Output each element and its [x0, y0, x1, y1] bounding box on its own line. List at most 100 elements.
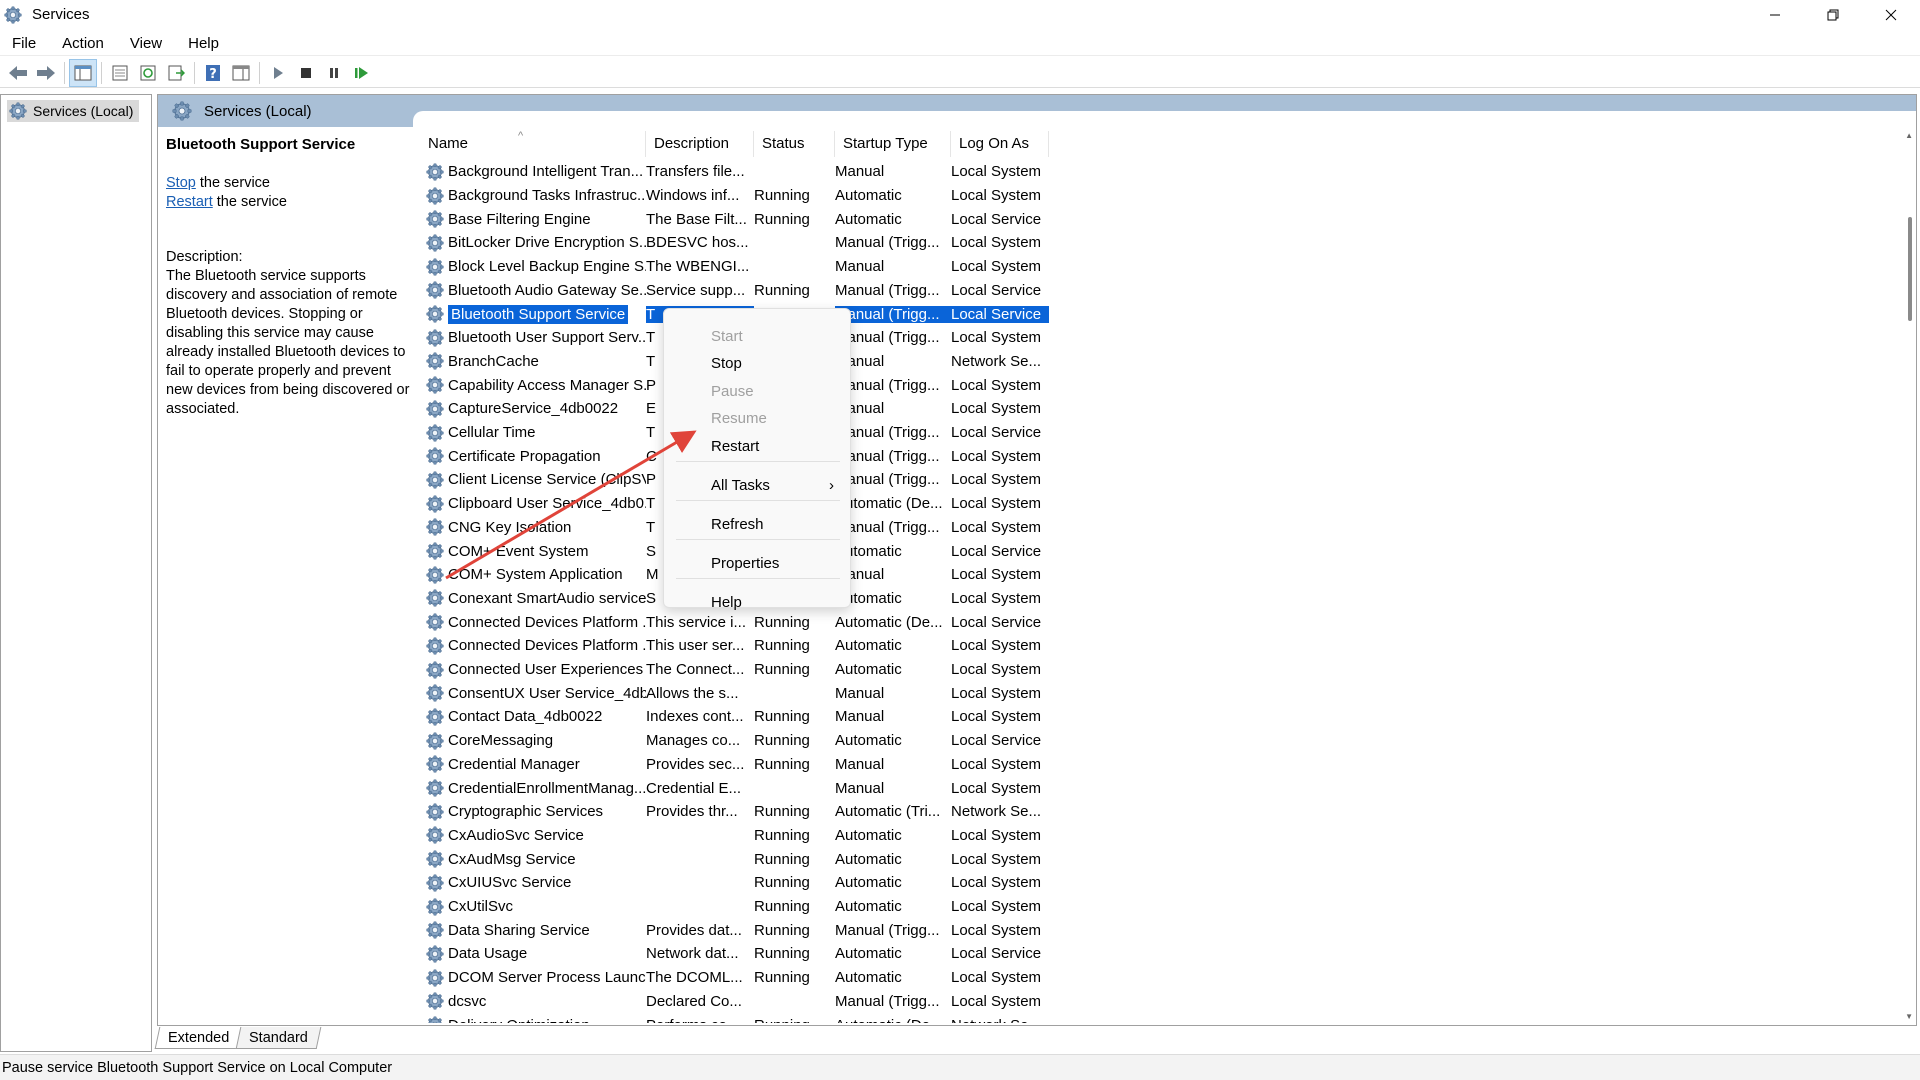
- context-menu-item-properties[interactable]: Properties: [664, 550, 852, 577]
- restore-button[interactable]: [1804, 0, 1862, 29]
- context-menu-item-all-tasks[interactable]: All Tasks ›: [664, 472, 852, 499]
- table-row[interactable]: Credential Manager Provides sec... Running…: [416, 753, 1876, 777]
- column-header-startup-type[interactable]: Startup Type: [835, 131, 951, 157]
- tab-extended[interactable]: Extended: [154, 1027, 243, 1049]
- table-row[interactable]: CaptureService_4db0022 E Manual Local Syste…: [416, 397, 1876, 421]
- table-row[interactable]: BranchCache T Manual Network Se...: [416, 350, 1876, 374]
- table-row[interactable]: Bluetooth User Support Serv... T Manual (T…: [416, 326, 1876, 350]
- table-row[interactable]: Base Filtering Engine The Base Filt... Run…: [416, 207, 1876, 231]
- services-app-icon: [4, 6, 22, 24]
- vertical-scrollbar[interactable]: ▲ ▼: [1902, 127, 1916, 1025]
- table-row[interactable]: CredentialEnrollmentManag... Credential E…: [416, 776, 1876, 800]
- service-gear-icon: [426, 684, 444, 702]
- table-row[interactable]: Background Intelligent Tran... Transfers …: [416, 160, 1876, 184]
- toolbar-separator: [101, 61, 102, 84]
- scrollbar-thumb[interactable]: [1908, 217, 1912, 321]
- service-startup-type: Automatic: [835, 898, 902, 916]
- menu-help[interactable]: Help: [176, 31, 233, 56]
- context-menu-item-refresh[interactable]: Refresh: [664, 511, 852, 538]
- menu-file[interactable]: File: [0, 31, 50, 56]
- main-header: Services (Local): [158, 95, 1916, 127]
- close-button[interactable]: [1862, 0, 1920, 29]
- table-row[interactable]: Background Tasks Infrastruc... Windows in…: [416, 184, 1876, 208]
- table-row[interactable]: CoreMessaging Manages co... Running Automat…: [416, 729, 1876, 753]
- service-gear-icon: [426, 969, 444, 987]
- table-row[interactable]: Delivery Optimization Performs co...Runni…: [416, 1013, 1876, 1023]
- refresh-icon: [140, 65, 156, 80]
- context-menu-item-restart[interactable]: Restart: [664, 433, 852, 460]
- service-name: Capability Access Manager S...: [448, 376, 646, 394]
- service-name: CxAudMsg Service: [448, 850, 576, 868]
- table-row[interactable]: CxUtilSvc Running Automatic Local System: [416, 895, 1876, 919]
- table-row[interactable]: Conexant SmartAudio service S Automatic Loc…: [416, 587, 1876, 611]
- column-header-log-on-as[interactable]: Log On As: [951, 131, 1049, 157]
- show-hide-console-tree-button[interactable]: [69, 58, 97, 87]
- table-row-selected[interactable]: Bluetooth Support Service T Manual (Trigg.…: [416, 302, 1876, 326]
- start-service-button[interactable]: [264, 59, 292, 87]
- restart-service-link[interactable]: Restart: [166, 194, 213, 210]
- table-row[interactable]: Clipboard User Service_4db0... T Automatic…: [416, 492, 1876, 516]
- refresh-button[interactable]: [134, 59, 162, 87]
- table-row[interactable]: Data Usage Network dat... Running Automatic…: [416, 942, 1876, 966]
- context-menu-item-help[interactable]: Help: [664, 589, 852, 616]
- menu-action[interactable]: Action: [50, 31, 118, 56]
- table-row[interactable]: dcsvc Declared Co... Manual (Trigg... Local…: [416, 990, 1876, 1014]
- minimize-button[interactable]: [1746, 0, 1804, 29]
- pause-service-button[interactable]: [320, 59, 348, 87]
- table-row[interactable]: Capability Access Manager S... P Manual (T…: [416, 373, 1876, 397]
- table-row[interactable]: ConsentUX User Service_4db... Allows the …: [416, 681, 1876, 705]
- table-row[interactable]: Cryptographic Services Provides thr... Run…: [416, 800, 1876, 824]
- column-header-name[interactable]: ^ Name: [416, 131, 646, 157]
- table-row[interactable]: Client License Service (ClipSV... P Manual…: [416, 468, 1876, 492]
- table-row[interactable]: Certificate Propagation C Manual (Trigg...…: [416, 444, 1876, 468]
- table-row[interactable]: COM+ System Application M Manual Local Syst…: [416, 563, 1876, 587]
- table-row[interactable]: Block Level Backup Engine S... The WBENGI…: [416, 255, 1876, 279]
- row-name-cell: Base Filtering Engine: [416, 210, 646, 228]
- table-row[interactable]: Contact Data_4db0022 Indexes cont... Runni…: [416, 705, 1876, 729]
- service-status: Running: [754, 637, 810, 655]
- forward-button[interactable]: [32, 59, 60, 87]
- service-description: Performs co...: [646, 1017, 754, 1023]
- stop-service-button[interactable]: [292, 59, 320, 87]
- restart-service-button[interactable]: [348, 59, 376, 87]
- table-row[interactable]: Bluetooth Audio Gateway Se... Service sup…: [416, 279, 1876, 303]
- scroll-down-icon[interactable]: ▼: [1905, 1012, 1913, 1021]
- column-header-status[interactable]: Status: [754, 131, 835, 157]
- service-name: Base Filtering Engine: [448, 210, 591, 228]
- service-gear-icon: [426, 661, 444, 679]
- stop-service-link[interactable]: Stop: [166, 175, 196, 191]
- service-startup-type: Automatic (De...: [835, 1017, 951, 1023]
- tree-item-services-local[interactable]: Services (Local): [7, 100, 140, 122]
- table-row[interactable]: Connected Devices Platform ... This servi…: [416, 610, 1876, 634]
- show-action-pane-button[interactable]: [227, 59, 255, 87]
- table-row[interactable]: Data Sharing Service Provides dat... Runni…: [416, 918, 1876, 942]
- export-list-button[interactable]: [162, 59, 190, 87]
- service-description: Provides sec...: [646, 755, 745, 773]
- row-name-cell: Background Intelligent Tran...: [416, 163, 646, 181]
- table-row[interactable]: CxAudioSvc Service Running Automatic Local …: [416, 824, 1876, 848]
- column-header-description[interactable]: Description: [646, 131, 754, 157]
- tab-standard[interactable]: Standard: [235, 1027, 322, 1049]
- row-name-cell: Connected User Experiences ...: [416, 661, 646, 679]
- table-row[interactable]: Connected User Experiences ... The Connec…: [416, 658, 1876, 682]
- help-button[interactable]: ?: [199, 59, 227, 87]
- table-row[interactable]: CxAudMsg Service Running Automatic Local Sy…: [416, 847, 1876, 871]
- back-button[interactable]: [4, 59, 32, 87]
- service-log-on-as: Local Service: [951, 732, 1042, 750]
- properties-button[interactable]: [106, 59, 134, 87]
- table-row[interactable]: DCOM Server Process Launc... The DCOML...…: [416, 966, 1876, 990]
- service-startup-type: Manual: [835, 684, 885, 702]
- table-row[interactable]: Cellular Time T Manual (Trigg... Local Serv…: [416, 421, 1876, 445]
- table-row[interactable]: COM+ Event System S Automatic Local Service: [416, 539, 1876, 563]
- context-menu-item-stop[interactable]: Stop: [664, 350, 852, 377]
- table-row[interactable]: Connected Devices Platform ... This user …: [416, 634, 1876, 658]
- service-gear-icon: [426, 921, 444, 939]
- scroll-up-icon[interactable]: ▲: [1905, 131, 1913, 140]
- services-list: ^ Name Description Status Startup Type L…: [416, 131, 1876, 1023]
- table-row[interactable]: CNG Key Isolation T Manual (Trigg... Local …: [416, 516, 1876, 540]
- service-log-on-as: Network Se...: [951, 352, 1042, 370]
- service-startup-type: Automatic: [835, 874, 902, 892]
- table-row[interactable]: CxUIUSvc Service Running Automatic Local Sy…: [416, 871, 1876, 895]
- menu-view[interactable]: View: [118, 31, 176, 56]
- table-row[interactable]: BitLocker Drive Encryption S... BDESVC ho…: [416, 231, 1876, 255]
